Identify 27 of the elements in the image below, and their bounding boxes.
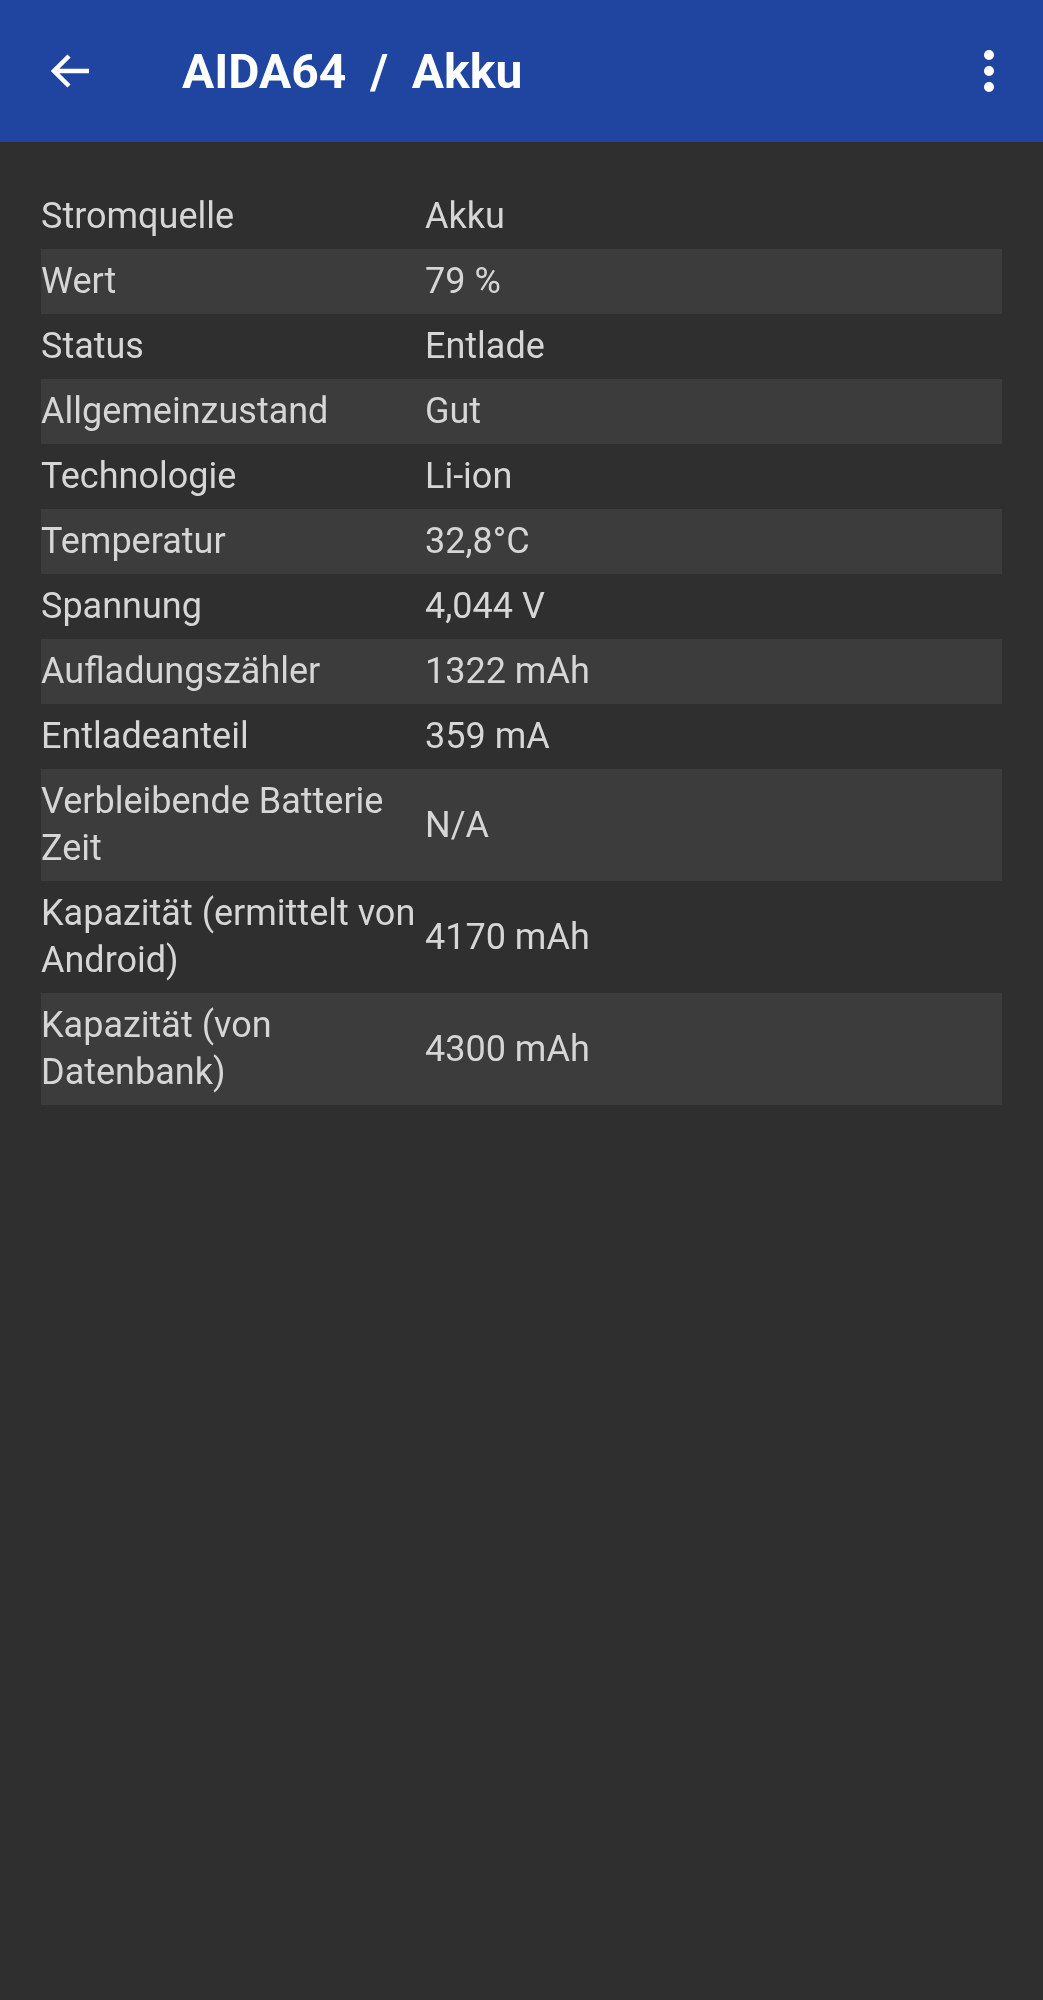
- property-value: 1322 mAh: [425, 649, 591, 694]
- property-value: Gut: [425, 389, 483, 434]
- property-value: Akku: [425, 194, 506, 239]
- property-label: Status: [41, 324, 145, 369]
- property-value: 4,044 V: [425, 584, 546, 629]
- back-arrow-icon[interactable]: [51, 54, 91, 88]
- property-label: Aufladungszähler: [41, 649, 322, 694]
- property-label: Spannung: [41, 584, 203, 629]
- property-label: Allgemeinzustand: [41, 389, 330, 434]
- app-title: AIDA64 / Akku: [182, 42, 524, 100]
- property-label: Entladeanteil: [41, 714, 250, 759]
- property-value: 359 mA: [425, 714, 551, 759]
- property-value: Li-ion: [425, 454, 514, 499]
- property-label: Kapazität (von Datenbank): [41, 1003, 273, 1095]
- property-label: Technologie: [41, 454, 238, 499]
- more-options-icon[interactable]: [983, 49, 995, 93]
- property-label: Temperatur: [41, 519, 227, 564]
- property-value: Entlade: [425, 324, 546, 369]
- property-value: 4300 mAh: [425, 1026, 591, 1072]
- property-label: Wert: [41, 259, 118, 304]
- property-label: Stromquelle: [41, 194, 236, 239]
- property-value: 4170 mAh: [425, 914, 591, 960]
- property-value: N/A: [425, 802, 491, 848]
- property-value: 32,8°C: [425, 519, 531, 564]
- property-value: 79 %: [425, 259, 502, 304]
- property-label: Verbleibende Batterie Zeit: [41, 779, 385, 871]
- property-label: Kapazität (ermittelt von Android): [41, 891, 417, 983]
